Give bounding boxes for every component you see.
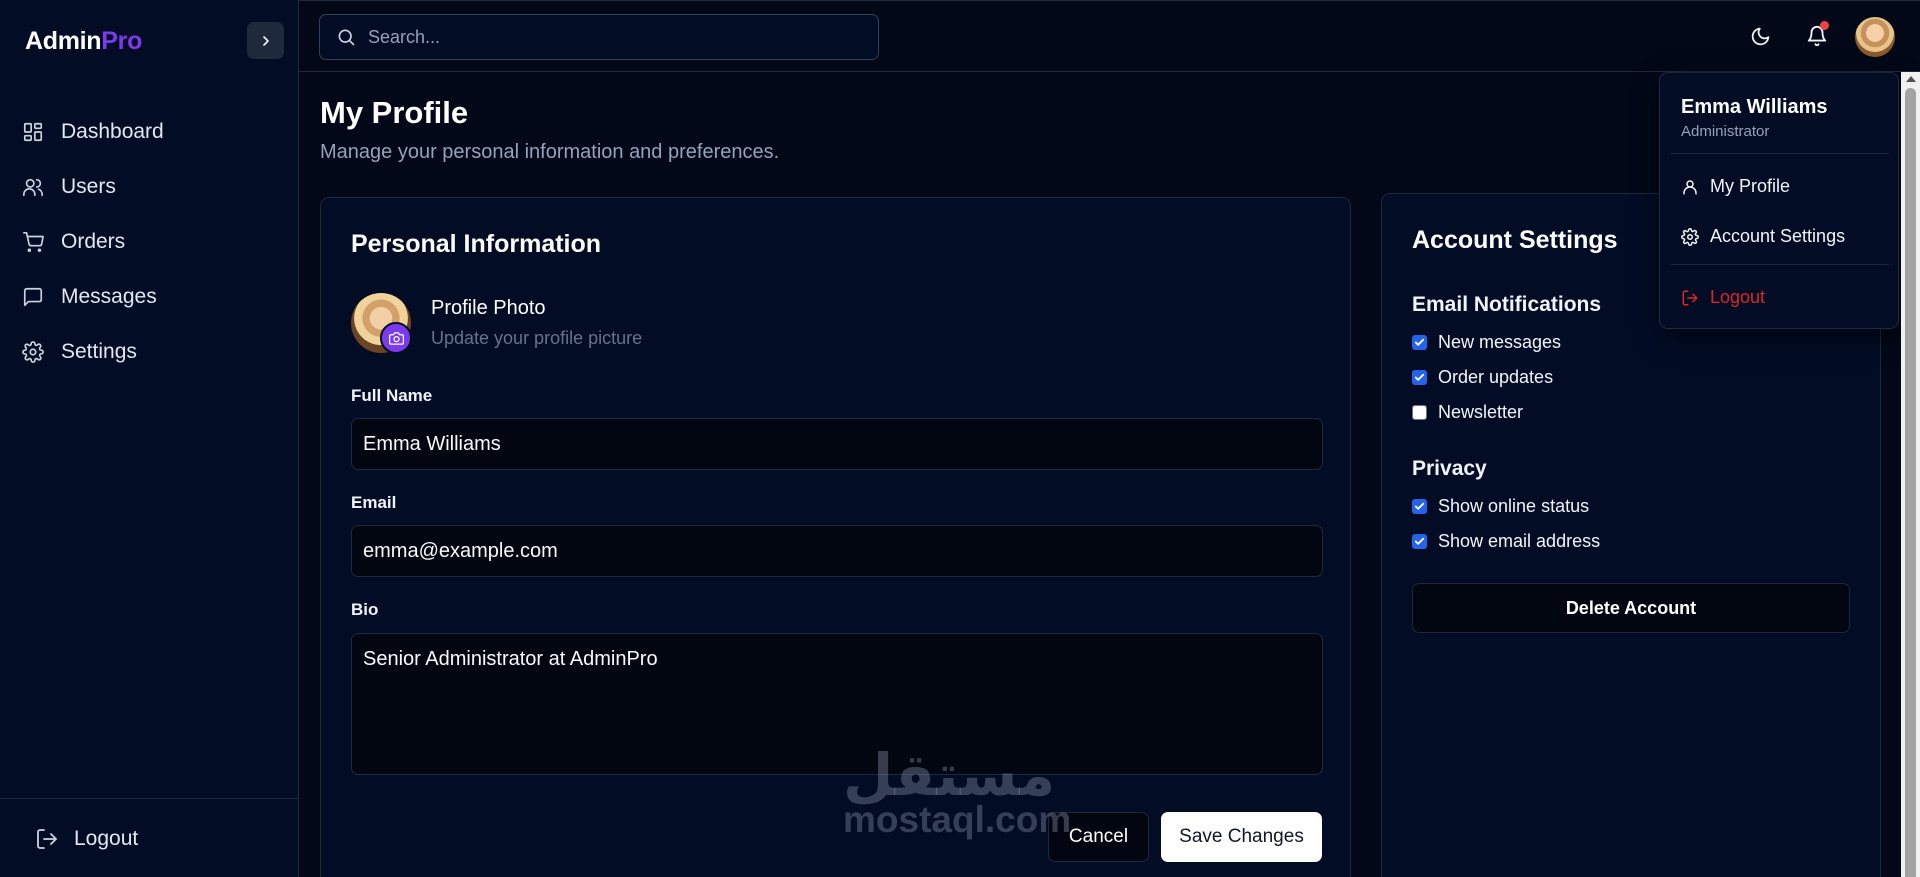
sidebar-item-dashboard[interactable]: Dashboard [0, 104, 298, 159]
sidebar-nav: Dashboard Users Orders Messages Settings [0, 104, 298, 379]
sidebar-footer: Logout [0, 798, 298, 877]
checkbox-newsletter[interactable]: Newsletter [1412, 402, 1523, 423]
checkbox-label: New messages [1438, 332, 1562, 352]
checkbox-order-updates[interactable]: Order updates [1412, 367, 1553, 388]
sidebar-item-users[interactable]: Users [0, 159, 298, 214]
sidebar-item-label: Settings [61, 339, 137, 363]
account-settings-title: Account Settings [1412, 226, 1618, 254]
theme-toggle-button[interactable] [1745, 21, 1775, 51]
menu-item-label: Logout [1710, 287, 1766, 307]
sidebar-logout-label: Logout [74, 827, 139, 850]
menu-item-my-profile[interactable]: My Profile [1681, 176, 1790, 197]
gear-icon [21, 340, 45, 364]
dashboard-icon [21, 120, 45, 144]
message-icon [21, 285, 45, 309]
sidebar-item-label: Messages [61, 284, 157, 308]
checkbox-checked[interactable] [1412, 370, 1427, 385]
profile-photo-subtitle: Update your profile picture [431, 328, 643, 348]
sidebar-item-label: Dashboard [61, 119, 164, 143]
checkbox-show-email-address[interactable]: Show email address [1412, 531, 1600, 552]
menu-item-label: My Profile [1710, 176, 1791, 196]
save-changes-button[interactable]: Save Changes [1161, 812, 1322, 862]
scroll-up-arrow-icon[interactable] [1906, 76, 1916, 82]
email-label: Email [351, 493, 397, 512]
sidebar-logout-button[interactable]: Logout [35, 827, 138, 851]
chevron-right-icon [262, 35, 269, 46]
users-icon [21, 175, 45, 199]
checkbox-show-online-status[interactable]: Show online status [1412, 496, 1589, 517]
email-notifications-title: Email Notifications [1412, 293, 1602, 316]
user-menu-role: Administrator [1681, 123, 1770, 140]
sidebar-item-settings[interactable]: Settings [0, 324, 298, 379]
cart-icon [21, 230, 45, 254]
sidebar-item-label: Users [61, 174, 116, 198]
personal-information-card: Personal Information Profile Photo Updat… [320, 197, 1351, 877]
notification-badge [1820, 21, 1829, 30]
profile-photo-title: Profile Photo [431, 297, 546, 319]
menu-item-label: Account Settings [1710, 226, 1846, 246]
cancel-button[interactable]: Cancel [1048, 812, 1149, 862]
brand-name: Admin [25, 27, 102, 55]
logout-icon [37, 829, 57, 849]
divider [1671, 153, 1889, 154]
delete-account-button[interactable]: Delete Account [1412, 583, 1850, 633]
search-box[interactable] [319, 14, 879, 60]
brand-logo[interactable]: AdminPro [25, 27, 142, 56]
user-menu-name: Emma Williams [1681, 96, 1828, 118]
brand-accent: Pro [101, 27, 143, 55]
scrollbar-thumb[interactable] [1905, 88, 1916, 877]
personal-information-title: Personal Information [351, 230, 602, 258]
full-name-field[interactable]: Emma Williams [351, 418, 1323, 470]
sidebar: AdminPro Dashboard Users Orders Messages… [0, 0, 299, 877]
checkbox-label: Show online status [1438, 496, 1590, 516]
sidebar-item-orders[interactable]: Orders [0, 214, 298, 269]
sidebar-toggle-button[interactable] [247, 22, 284, 59]
checkbox-label: Show email address [1438, 531, 1601, 551]
divider [1671, 264, 1889, 265]
search-icon [338, 29, 355, 46]
gear-icon [1681, 227, 1699, 246]
privacy-title: Privacy [1412, 457, 1487, 480]
checkbox-new-messages[interactable]: New messages [1412, 332, 1561, 353]
menu-item-logout[interactable]: Logout [1681, 287, 1765, 308]
checkbox-checked[interactable] [1412, 534, 1427, 549]
bio-textarea[interactable]: Senior Administrator at AdminPro [351, 633, 1323, 775]
bio-label: Bio [351, 600, 379, 619]
page-title: My Profile [320, 95, 469, 130]
full-name-label: Full Name [351, 386, 433, 405]
user-avatar-button[interactable] [1855, 17, 1895, 57]
user-icon [1683, 179, 1697, 194]
page-scrollbar[interactable] [1901, 72, 1920, 877]
camera-icon [388, 331, 404, 345]
sidebar-item-messages[interactable]: Messages [0, 269, 298, 324]
change-photo-button[interactable] [380, 322, 412, 354]
checkbox-label: Order updates [1438, 367, 1554, 387]
search-input[interactable] [368, 26, 848, 48]
user-menu-dropdown: Emma Williams Administrator My Profile A… [1659, 72, 1899, 329]
moon-icon [1751, 27, 1769, 45]
checkbox-checked[interactable] [1412, 335, 1427, 350]
checkbox-label: Newsletter [1438, 402, 1524, 422]
sidebar-item-label: Orders [61, 229, 126, 253]
checkbox-checked[interactable] [1412, 499, 1427, 514]
email-field[interactable]: emma@example.com [351, 525, 1323, 577]
profile-photo [351, 293, 412, 354]
menu-item-account-settings[interactable]: Account Settings [1681, 226, 1845, 247]
notifications-button[interactable] [1802, 21, 1832, 51]
top-header [299, 0, 1920, 72]
checkbox-unchecked[interactable] [1412, 405, 1427, 420]
page-subtitle: Manage your personal information and pre… [320, 141, 780, 163]
logout-icon [1682, 290, 1698, 305]
